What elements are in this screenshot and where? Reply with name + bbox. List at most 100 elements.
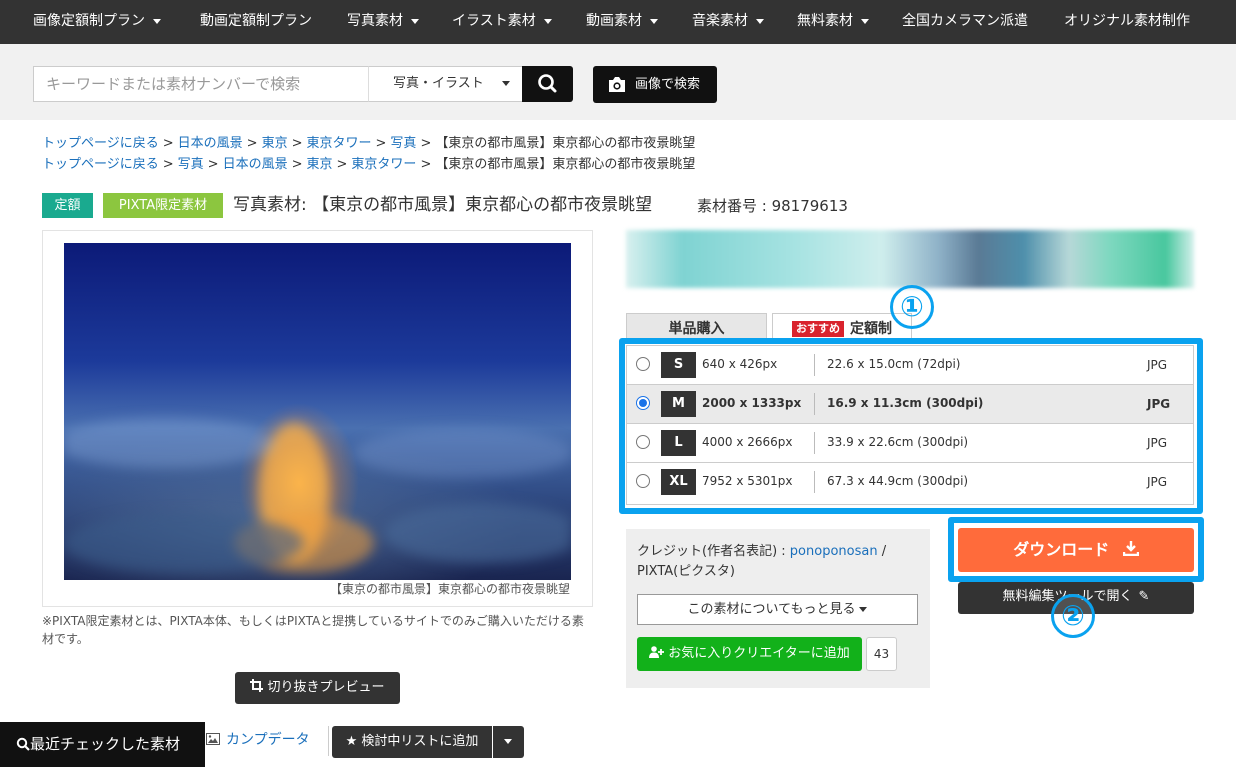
nav-item-label: イラスト素材	[452, 13, 536, 29]
nav-item-label: オリジナル素材制作	[1064, 13, 1190, 29]
top-navigation: 画像定額制プラン 動画定額制プラン 写真素材 イラスト素材 動画素材 音楽素材 …	[0, 0, 1236, 44]
nav-item-photos[interactable]: 写真素材	[347, 0, 419, 44]
more-about-item-button[interactable]: この素材についてもっと見る	[637, 594, 918, 625]
search-button[interactable]	[522, 66, 573, 102]
annotation-number-1: ①	[890, 285, 934, 329]
preview-caption: 【東京の都市風景】東京都心の都市夜景眺望	[330, 582, 571, 596]
download-label: ダウンロード	[1013, 540, 1110, 559]
breadcrumb-separator: >	[162, 157, 174, 172]
nav-item-label: 動画素材	[586, 13, 642, 29]
recently-viewed-label: 最近チェックした素材	[30, 735, 181, 753]
category-select-value: 写真・イラスト	[393, 76, 484, 91]
pixta-exclusive-badge: PIXTA限定素材	[103, 193, 223, 218]
nav-item-free[interactable]: 無料素材	[797, 0, 869, 44]
nav-item-label: 無料素材	[797, 13, 853, 29]
chevron-down-icon	[504, 739, 512, 744]
breadcrumb-link[interactable]: 東京タワー	[307, 136, 372, 151]
pencil-icon: ✎	[1138, 589, 1150, 604]
breadcrumb-link[interactable]: 写真	[390, 136, 416, 151]
breadcrumb-separator: >	[336, 157, 348, 172]
tab-label: 定額制	[850, 321, 892, 337]
crop-preview-button[interactable]: 切り抜きプレビュー	[235, 672, 400, 704]
image-search-label: 画像で検索	[635, 77, 701, 92]
breadcrumb-separator: >	[375, 136, 387, 151]
star-icon: ★	[345, 734, 358, 749]
nav-item-label: 動画定額制プラン	[200, 13, 312, 29]
breadcrumb-link[interactable]: 東京	[262, 136, 288, 151]
preview-image[interactable]	[64, 243, 571, 580]
breadcrumb-link[interactable]: 日本の風景	[223, 157, 288, 172]
breadcrumb-link[interactable]: 写真	[178, 157, 204, 172]
nav-item-photographer-dispatch[interactable]: 全国カメラマン派遣	[902, 0, 1028, 44]
add-favorite-creator-button[interactable]: お気に入りクリエイターに追加	[637, 637, 862, 671]
annotation-number-2: ②	[1051, 594, 1095, 638]
search-bar-area: 写真・イラスト 画像で検索	[0, 44, 1236, 120]
nav-item-label: 画像定額制プラン	[33, 13, 145, 29]
chevron-down-icon	[411, 18, 419, 24]
search-input[interactable]	[33, 66, 369, 102]
nav-item-original-production[interactable]: オリジナル素材制作	[1064, 0, 1190, 44]
breadcrumb-link-top[interactable]: トップページに戻る	[42, 136, 159, 151]
breadcrumb: トップページに戻る > 日本の風景 > 東京 > 東京タワー > 写真 > 【東京の都市風景】東京都…	[42, 132, 695, 151]
breadcrumb-separator: >	[162, 136, 174, 151]
comp-data-label: カンプデータ	[226, 732, 310, 748]
breadcrumb-link[interactable]: 東京タワー	[351, 157, 416, 172]
page-title: 写真素材: 【東京の都市風景】東京都心の都市夜景眺望	[233, 195, 653, 215]
download-icon	[1122, 541, 1139, 557]
recently-viewed-button[interactable]: 最近チェックした素材	[0, 722, 205, 767]
add-to-list-label: 検討中リストに追加	[361, 734, 479, 749]
breadcrumb-separator: >	[420, 157, 432, 172]
crop-preview-label: 切り抜きプレビュー	[267, 680, 385, 695]
breadcrumb: トップページに戻る > 写真 > 日本の風景 > 東京 > 東京タワー > 【東京の都市風景】東京都…	[42, 153, 695, 172]
add-to-list-dropdown-button[interactable]	[493, 726, 524, 758]
credit-text: クレジット(作者名表記) : ponoponosan / PIXTA(ピクスタ)	[637, 542, 922, 582]
image-icon	[206, 733, 220, 745]
chevron-down-icon	[153, 18, 161, 24]
search-icon	[538, 74, 557, 93]
breadcrumb-separator: >	[246, 136, 258, 151]
chevron-down-icon	[650, 18, 658, 24]
breadcrumb-separator: >	[420, 136, 432, 151]
nav-item-illustrations[interactable]: イラスト素材	[452, 0, 552, 44]
chevron-down-icon	[543, 18, 552, 24]
breadcrumb-current: 【東京の都市風景】東京都心の都市夜景眺望	[435, 136, 696, 151]
breadcrumb-current: 【東京の都市風景】東京都心の都市夜景眺望	[435, 157, 696, 172]
nav-item-music[interactable]: 音楽素材	[692, 0, 764, 44]
category-select[interactable]: 写真・イラスト	[368, 66, 523, 102]
download-button[interactable]: ダウンロード	[958, 528, 1194, 572]
chevron-down-icon	[756, 18, 764, 24]
add-user-icon	[649, 646, 665, 658]
credit-prefix: クレジット(作者名表記) :	[637, 544, 790, 559]
breadcrumb-link-top[interactable]: トップページに戻る	[42, 157, 159, 172]
breadcrumb-separator: >	[291, 136, 303, 151]
favorite-count: 43	[866, 637, 897, 671]
chevron-down-icon	[861, 18, 869, 24]
comp-data-link[interactable]: カンプデータ	[206, 726, 329, 756]
image-search-button[interactable]: 画像で検索	[593, 66, 717, 103]
breadcrumb-separator: >	[291, 157, 303, 172]
night-city-photo	[64, 418, 571, 573]
camera-icon	[609, 77, 625, 92]
nav-item-image-subscription[interactable]: 画像定額制プラン	[33, 0, 161, 44]
recommend-tag: おすすめ	[792, 321, 844, 337]
nav-item-label: 音楽素材	[692, 13, 748, 29]
search-icon	[16, 737, 30, 751]
breadcrumb-link[interactable]: 日本の風景	[178, 136, 243, 151]
add-to-list-button[interactable]: ★ 検討中リストに追加	[332, 726, 492, 758]
breadcrumb-link[interactable]: 東京	[307, 157, 333, 172]
more-about-item-label: この素材についてもっと見る	[687, 602, 856, 617]
nav-item-label: 写真素材	[347, 13, 403, 29]
promo-banner[interactable]	[626, 230, 1194, 288]
item-number: 素材番号 : 98179613	[697, 197, 848, 215]
crop-icon	[250, 679, 264, 692]
pixta-exclusive-note: ※PIXTA限定素材とは、PIXTA本体、もしくはPIXTAと提携しているサイト…	[42, 614, 584, 646]
chevron-down-icon	[859, 607, 868, 612]
chevron-down-icon	[502, 81, 510, 86]
size-options-highlight	[619, 338, 1203, 514]
subscription-badge: 定額	[42, 193, 93, 218]
add-favorite-creator-label: お気に入りクリエイターに追加	[668, 646, 850, 661]
author-link[interactable]: ponoponosan	[790, 544, 878, 559]
nav-item-video-subscription[interactable]: 動画定額制プラン	[200, 0, 312, 44]
tab-label: 単品購入	[668, 321, 725, 337]
nav-item-videos[interactable]: 動画素材	[586, 0, 658, 44]
